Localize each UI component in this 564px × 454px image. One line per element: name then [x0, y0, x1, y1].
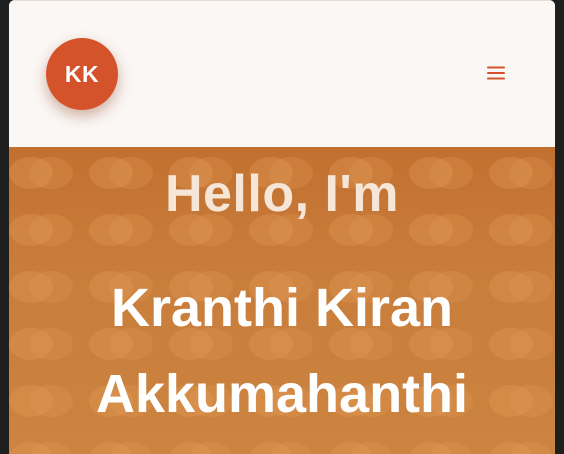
hamburger-menu-icon: [487, 66, 505, 80]
hero-name-first: Kranthi Kiran: [110, 278, 454, 338]
hero-name-last: Akkumahanthi: [95, 364, 469, 424]
hero-section: Hello, I'm Kranthi Kiran Akkumahanthi: [9, 147, 555, 454]
app-window: KK Hello, I'm Kranthi Kiran Akkumahanthi: [9, 0, 555, 454]
hero-greeting: Hello, I'm: [164, 165, 400, 223]
menu-button[interactable]: [484, 61, 508, 85]
avatar-logo[interactable]: KK: [46, 38, 118, 110]
site-header: KK: [9, 0, 555, 147]
avatar-initials: KK: [64, 60, 100, 87]
